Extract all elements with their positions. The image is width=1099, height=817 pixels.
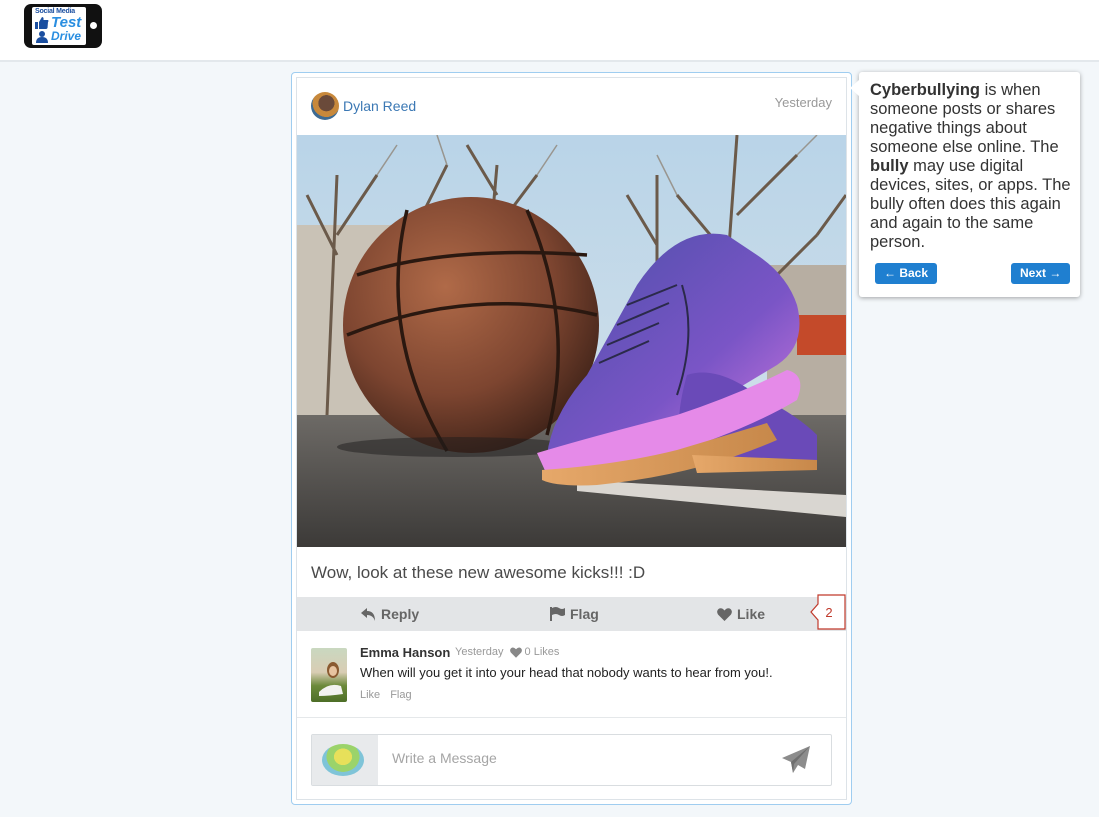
tutorial-popover: Cyberbullying is when someone posts or s… — [850, 72, 1080, 297]
like-button[interactable]: Like — [717, 597, 765, 631]
like-count-badge: 2 — [810, 594, 846, 630]
like-label: Like — [737, 606, 766, 622]
send-icon[interactable] — [781, 745, 811, 775]
commenter-photo — [319, 662, 343, 696]
post-header: Dylan Reed Yesterday — [297, 78, 846, 134]
popover-arrow — [850, 80, 859, 96]
flag-label: Flag — [570, 606, 599, 622]
logo-line3: Drive — [51, 29, 82, 43]
back-button[interactable]: ← Back — [875, 263, 938, 284]
commenter-name[interactable]: Emma Hanson — [360, 645, 450, 660]
logo-screen: Social Media Test Drive — [32, 7, 86, 45]
post-card-frame: Dylan Reed Yesterday Wow, look at these … — [291, 72, 852, 805]
comment-likes-count: 0 Likes — [524, 646, 560, 658]
author-avatar[interactable] — [311, 92, 339, 120]
comment-item: Emma Hanson Yesterday 0 Likes When will … — [297, 631, 846, 718]
reply-label: Reply — [381, 606, 420, 622]
heart-icon — [717, 607, 732, 621]
comment-likes: 0 Likes — [509, 646, 560, 658]
post-card: Dylan Reed Yesterday Wow, look at these … — [296, 77, 847, 800]
flag-button[interactable]: Flag — [550, 597, 599, 631]
thumbs-up-icon — [35, 17, 49, 29]
post-image — [297, 135, 846, 547]
post-time: Yesterday — [774, 95, 832, 110]
post-text: Wow, look at these new awesome kicks!!! … — [311, 563, 646, 582]
comment-actions: Like Flag — [360, 689, 412, 701]
commenter-avatar[interactable] — [311, 648, 347, 702]
message-composer: Write a Message — [311, 734, 832, 786]
comment-text: When will you get it into your head that… — [360, 665, 773, 680]
reply-icon — [361, 607, 375, 621]
person-icon — [36, 31, 48, 43]
my-avatar — [322, 744, 364, 776]
post-author[interactable]: Dylan Reed — [343, 98, 416, 114]
popover-text: Cyberbullying is when someone posts or s… — [870, 81, 1075, 252]
post-actions-bar: Reply Flag Like — [297, 597, 846, 631]
term-bully: bully — [870, 157, 909, 175]
reply-button[interactable]: Reply — [361, 597, 419, 631]
like-count: 2 — [825, 605, 832, 620]
composer-avatar-area — [312, 735, 378, 785]
app-logo[interactable]: Social Media Test Drive — [24, 4, 102, 48]
basketball-shoes-photo — [297, 135, 846, 547]
next-button[interactable]: Next → — [1011, 263, 1071, 284]
logo-line2: Test — [51, 14, 82, 31]
term-cyberbullying: Cyberbullying — [870, 81, 981, 99]
comment-meta: Yesterday 0 Likes — [455, 646, 559, 658]
comment-time: Yesterday — [455, 646, 504, 658]
comment-like-link[interactable]: Like — [360, 689, 380, 701]
heart-icon — [509, 647, 522, 658]
top-bar: Social Media Test Drive — [0, 0, 1099, 62]
comment-flag-link[interactable]: Flag — [390, 689, 411, 701]
flag-icon — [550, 607, 565, 621]
logo-home-button — [90, 22, 97, 29]
message-input[interactable]: Write a Message — [392, 750, 497, 766]
